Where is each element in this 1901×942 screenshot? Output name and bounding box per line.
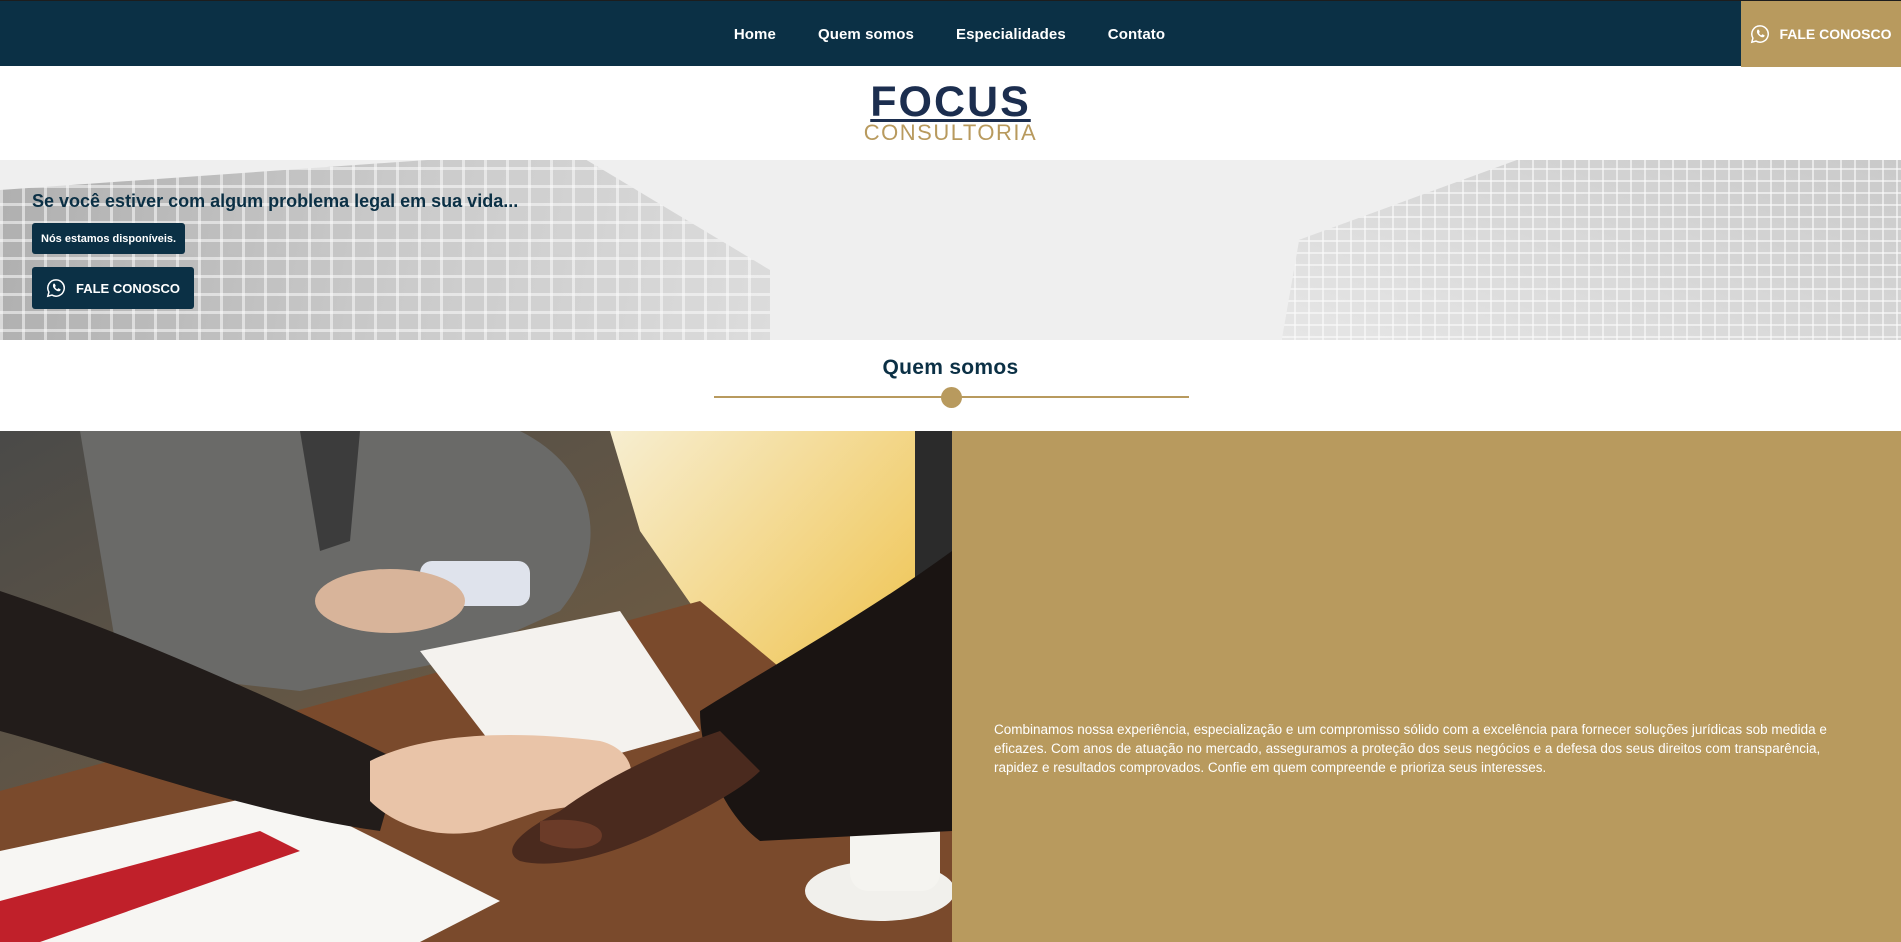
about-panel: Combinamos nossa experiência, especializ… xyxy=(952,431,1901,942)
whatsapp-icon xyxy=(46,279,65,298)
section-title: Quem somos xyxy=(882,356,1019,379)
nav-link-home[interactable]: Home xyxy=(734,26,776,43)
fale-conosco-nav-button[interactable]: FALE CONOSCO xyxy=(1741,1,1901,67)
main-nav: Home Quem somos Especialidades Contato xyxy=(0,1,1901,67)
nav-link-quem-somos[interactable]: Quem somos xyxy=(818,26,914,43)
handshake-photo xyxy=(0,431,952,942)
whatsapp-icon xyxy=(1751,25,1770,44)
hero-title: Se você estiver com algum problema legal… xyxy=(32,191,519,211)
nav-link-contato[interactable]: Contato xyxy=(1108,26,1165,43)
fale-conosco-hero-button[interactable]: FALE CONOSCO xyxy=(32,267,194,309)
top-navbar: Home Quem somos Especialidades Contato F… xyxy=(0,0,1901,67)
quem-somos-heading: Quem somos xyxy=(0,340,1901,431)
handshake-illustration xyxy=(0,431,952,942)
logo-subtitle: CONSULTORIA xyxy=(863,120,1038,145)
hero-banner: Se você estiver com algum problema legal… xyxy=(0,160,1901,340)
site-logo[interactable]: FOCUS CONSULTORIA xyxy=(0,66,1901,160)
logo-wordmark: FOCUS xyxy=(870,78,1031,126)
about-description: Combinamos nossa experiência, especializ… xyxy=(994,722,1827,775)
section-divider-dot xyxy=(941,387,962,408)
fale-conosco-nav-label: FALE CONOSCO xyxy=(1779,26,1892,42)
availability-badge: Nós estamos disponíveis. xyxy=(32,223,186,254)
fale-conosco-hero-label: FALE CONOSCO xyxy=(75,280,180,296)
building-image-right xyxy=(1280,160,1901,340)
nav-link-especialidades[interactable]: Especialidades xyxy=(956,26,1066,43)
